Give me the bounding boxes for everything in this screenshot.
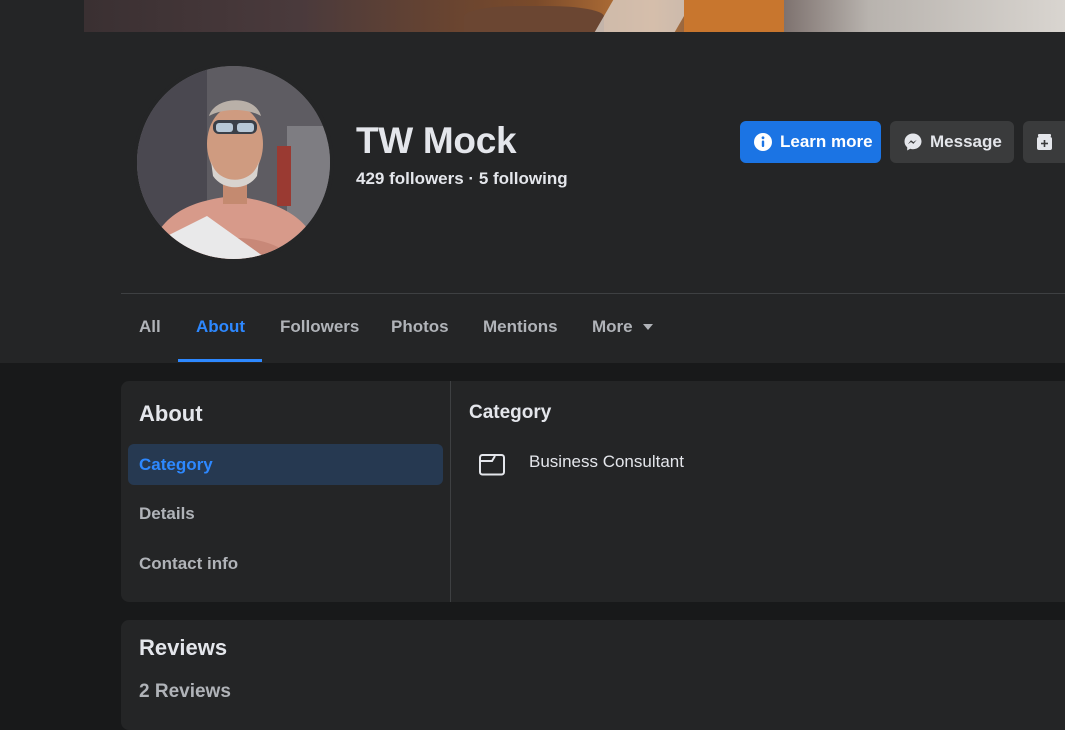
info-icon [753,132,773,152]
profile-avatar[interactable] [137,66,330,259]
tab-all[interactable]: All [139,317,161,337]
section-title: Category [469,402,552,423]
folder-icon [478,452,506,481]
tab-about[interactable]: About [196,317,245,337]
active-tab-indicator [178,359,262,362]
tab-mentions[interactable]: Mentions [483,317,558,337]
about-nav-category-label[interactable]: Category [139,455,213,475]
tab-photos[interactable]: Photos [391,317,449,337]
about-nav-contact-info[interactable]: Contact info [139,554,238,574]
message-button[interactable]: Message [890,121,1014,163]
more-actions-button[interactable] [1023,121,1065,163]
message-label: Message [930,132,1002,151]
tab-followers[interactable]: Followers [280,317,359,337]
about-title: About [139,401,203,426]
learn-more-button[interactable]: Learn more [740,121,881,163]
about-separator [450,381,451,602]
add-page-icon [1035,132,1055,152]
tab-more[interactable]: More [592,317,653,337]
caret-down-icon [642,324,653,330]
reviews-title: Reviews [139,635,228,660]
about-card [121,381,1065,602]
cover-photo[interactable] [84,0,1065,32]
page-title: TW Mock [356,120,517,161]
followers-count[interactable]: 429 followers · 5 following [356,169,568,189]
tab-more-label: More [592,317,633,336]
messenger-icon [903,132,923,152]
learn-more-label: Learn more [780,132,873,151]
reviews-count: 2 Reviews [139,681,231,702]
category-value[interactable]: Business Consultant [529,452,684,472]
header-divider [121,293,1065,294]
reviews-card [121,620,1065,730]
about-nav-details[interactable]: Details [139,504,195,524]
